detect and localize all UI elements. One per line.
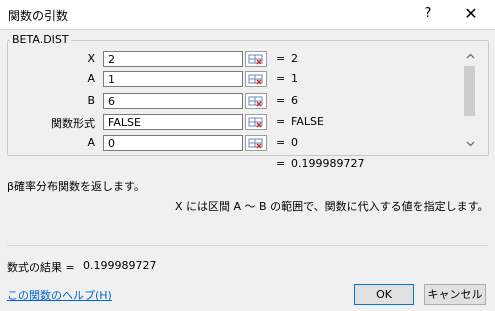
arg-equals: = bbox=[276, 94, 286, 107]
arg-label-a-2: A bbox=[87, 136, 95, 149]
function-description: β確率分布関数を返します。 bbox=[7, 180, 145, 193]
arg-label-b: B bbox=[87, 94, 95, 107]
arg-result-cumulative: FALSE bbox=[291, 115, 324, 128]
arg-input-b[interactable] bbox=[103, 93, 243, 109]
arg-result-b: 6 bbox=[291, 94, 298, 107]
function-help-link[interactable]: この関数のヘルプ(H) bbox=[7, 287, 112, 303]
chevron-down-icon[interactable] bbox=[465, 138, 476, 149]
separator bbox=[7, 245, 488, 246]
dialog-title: 関数の引数 bbox=[8, 9, 69, 23]
help-button[interactable]: ? bbox=[418, 4, 438, 24]
arg-label-cumulative: 関数形式 bbox=[51, 117, 95, 130]
arg-equals: = bbox=[276, 52, 286, 65]
cancel-button[interactable]: キャンセル bbox=[424, 284, 486, 305]
function-name: BETA.DIST bbox=[10, 33, 71, 46]
formula-result-label: 数式の結果 = bbox=[7, 261, 75, 274]
range-select-icon bbox=[248, 54, 263, 65]
arg-result-x: 2 bbox=[291, 52, 298, 65]
arg-equals: = bbox=[276, 136, 286, 149]
close-button[interactable]: ✕ bbox=[460, 4, 482, 24]
arg-input-cumulative[interactable] bbox=[103, 114, 243, 130]
range-select-icon bbox=[248, 138, 263, 149]
ref-button-cumulative[interactable] bbox=[245, 114, 267, 130]
arg-result-a-2: 0 bbox=[291, 136, 298, 149]
arg-equals: = bbox=[276, 115, 286, 128]
arg-label-a: A bbox=[87, 72, 95, 85]
ref-button-b[interactable] bbox=[245, 93, 267, 109]
scrollbar-thumb[interactable] bbox=[464, 66, 475, 116]
formula-result-value: 0.199989727 bbox=[83, 259, 157, 272]
arg-input-x[interactable] bbox=[103, 51, 243, 67]
arg-input-a[interactable] bbox=[103, 71, 243, 87]
ref-button-a[interactable] bbox=[245, 71, 267, 87]
overall-equals: = bbox=[276, 157, 286, 170]
range-select-icon bbox=[248, 96, 263, 107]
argument-help-text: X には区間 A ～ B の範囲で、関数に代入する値を指定します。 bbox=[175, 200, 489, 213]
arg-label-x: X bbox=[87, 52, 95, 65]
overall-result: 0.199989727 bbox=[291, 157, 365, 170]
arg-input-a-2[interactable] bbox=[103, 135, 243, 151]
arg-result-a: 1 bbox=[291, 72, 298, 85]
chevron-up-icon[interactable] bbox=[465, 51, 476, 62]
ref-button-a-2[interactable] bbox=[245, 135, 267, 151]
ok-button[interactable]: OK bbox=[354, 284, 414, 305]
arg-equals: = bbox=[276, 72, 286, 85]
range-select-icon bbox=[248, 74, 263, 85]
ref-button-x[interactable] bbox=[245, 51, 267, 67]
range-select-icon bbox=[248, 117, 263, 128]
